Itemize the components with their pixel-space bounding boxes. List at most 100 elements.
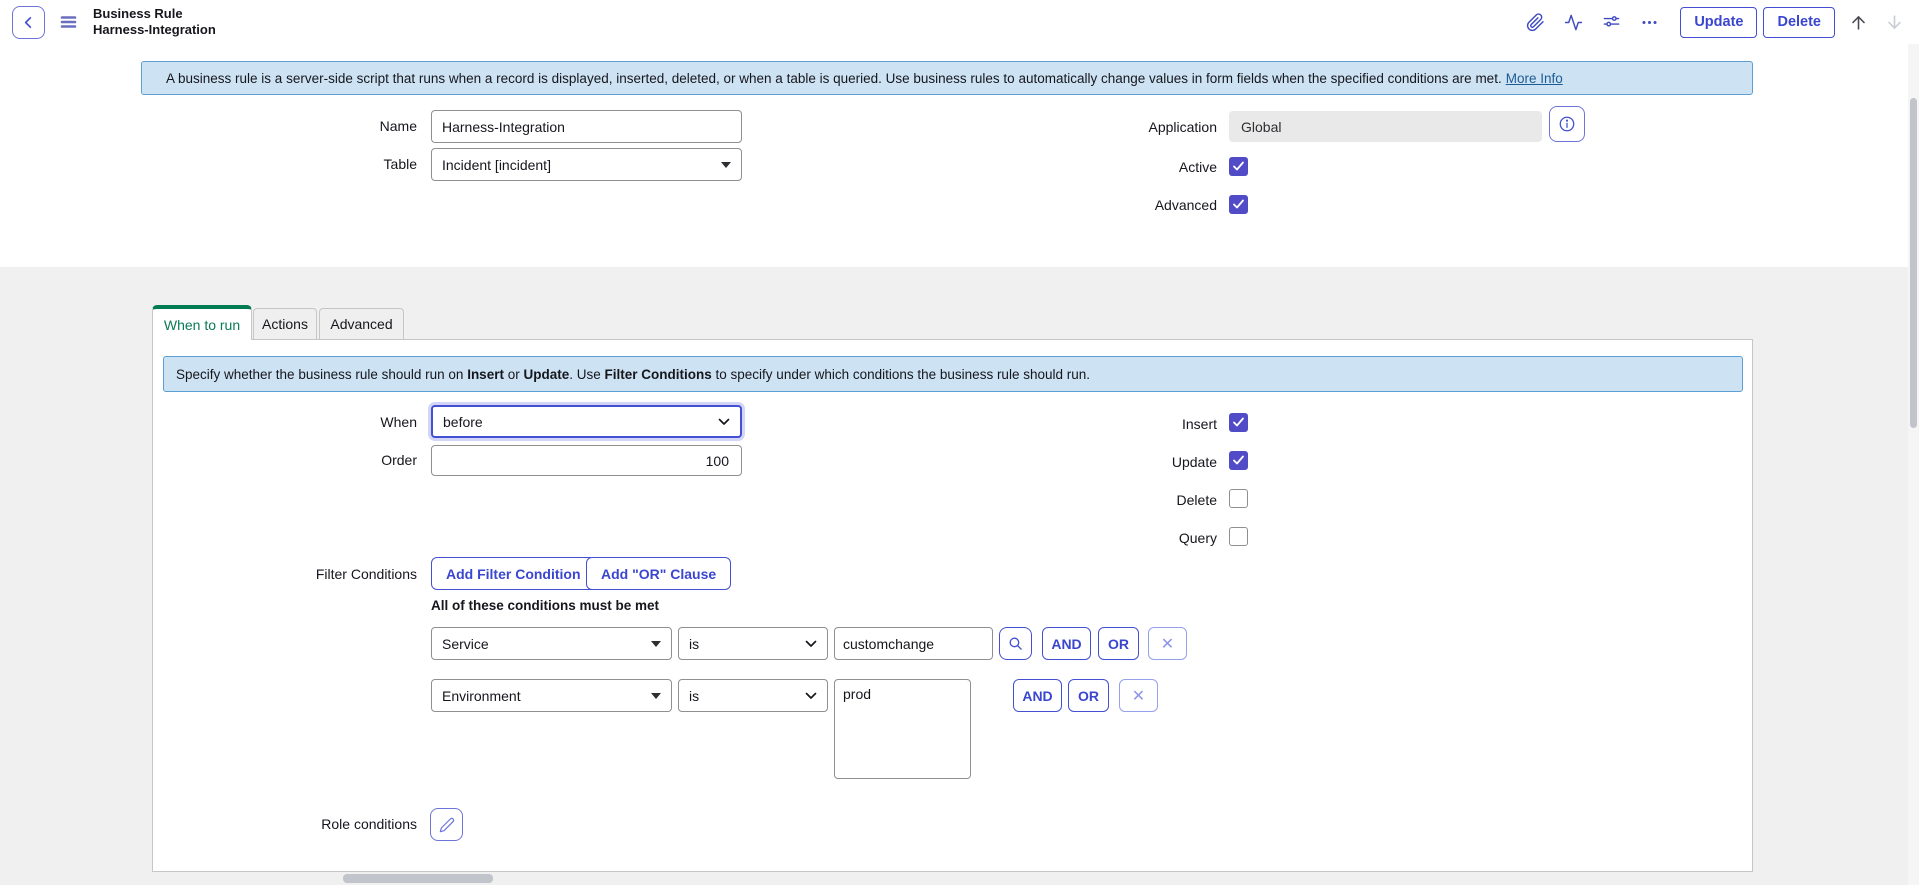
when-label: When <box>180 414 417 430</box>
order-label: Order <box>180 452 417 468</box>
activity-icon <box>1564 13 1583 32</box>
horizontal-scrollbar-thumb[interactable] <box>343 874 493 883</box>
checkmark-icon <box>1232 417 1245 428</box>
vertical-scrollbar <box>1908 44 1919 885</box>
when-select-value: before <box>443 414 483 430</box>
query-checkbox[interactable] <box>1229 527 1248 546</box>
dropdown-arrow-icon <box>651 693 661 699</box>
banner-text: . Use <box>569 367 604 382</box>
condition-value-input[interactable] <box>834 627 993 660</box>
application-info-button[interactable] <box>1549 106 1585 142</box>
banner-text: A business rule is a server-side script … <box>166 71 1502 86</box>
checkmark-icon <box>1232 199 1245 210</box>
add-filter-condition-button[interactable]: Add Filter Condition <box>431 557 596 590</box>
condition-lookup-button[interactable] <box>999 627 1032 660</box>
personalize-form-button[interactable] <box>1598 9 1624 35</box>
paperclip-icon <box>1526 13 1545 32</box>
table-select[interactable]: Incident [incident] <box>431 148 742 181</box>
name-label: Name <box>180 118 417 134</box>
delete-label: Delete <box>980 492 1217 508</box>
banner-text: or <box>504 367 524 382</box>
when-select[interactable]: before <box>431 405 742 438</box>
update-label: Update <box>980 454 1217 470</box>
table-label: Table <box>180 156 417 172</box>
all-conditions-text: All of these conditions must be met <box>431 598 659 613</box>
back-button[interactable] <box>12 6 45 39</box>
condition-field-value: Service <box>442 636 489 652</box>
checkmark-icon <box>1232 455 1245 466</box>
more-options-button[interactable] <box>1636 9 1662 35</box>
banner-bold-update: Update <box>523 367 569 382</box>
when-to-run-info-banner: Specify whether the business rule should… <box>163 356 1743 392</box>
next-record-button[interactable] <box>1881 9 1907 35</box>
banner-text: to specify under which conditions the bu… <box>712 367 1090 382</box>
chevron-down-icon <box>805 692 817 700</box>
query-label: Query <box>980 530 1217 546</box>
active-checkbox[interactable] <box>1229 157 1248 176</box>
record-type-title: Business Rule <box>93 6 216 22</box>
condition-or-button[interactable]: OR <box>1098 627 1139 660</box>
sliders-icon <box>1602 13 1621 32</box>
context-menu-button[interactable] <box>57 11 79 33</box>
condition-operator-select[interactable]: is <box>678 679 828 712</box>
add-or-clause-button[interactable]: Add "OR" Clause <box>586 557 731 590</box>
name-input[interactable] <box>431 110 742 143</box>
search-icon <box>1007 635 1024 652</box>
pencil-icon <box>439 817 455 833</box>
record-name-title: Harness-Integration <box>93 22 216 38</box>
advanced-checkbox[interactable] <box>1229 195 1248 214</box>
page-title: Business Rule Harness-Integration <box>93 6 216 37</box>
delete-checkbox[interactable] <box>1229 489 1248 508</box>
activity-stream-button[interactable] <box>1560 9 1586 35</box>
business-rule-page: Business Rule Harness-Integration <box>0 0 1919 885</box>
dropdown-arrow-icon <box>721 162 731 168</box>
filter-conditions-label: Filter Conditions <box>180 566 417 582</box>
condition-and-button[interactable]: AND <box>1042 627 1091 660</box>
condition-remove-button[interactable]: ✕ <box>1119 679 1158 712</box>
header-actions: Update Delete <box>1522 7 1907 38</box>
condition-or-button[interactable]: OR <box>1068 679 1109 712</box>
back-chevron-icon <box>21 15 36 30</box>
application-label: Application <box>980 119 1217 135</box>
close-icon: ✕ <box>1132 686 1145 706</box>
condition-operator-select[interactable]: is <box>678 627 828 660</box>
tab-actions[interactable]: Actions <box>253 308 317 339</box>
update-button[interactable]: Update <box>1680 7 1757 38</box>
application-field: Global <box>1229 111 1542 142</box>
dropdown-arrow-icon <box>651 641 661 647</box>
condition-field-select[interactable]: Environment <box>431 679 672 712</box>
active-label: Active <box>980 159 1217 175</box>
condition-operator-value: is <box>689 636 699 652</box>
application-value: Global <box>1241 119 1281 135</box>
close-icon: ✕ <box>1161 634 1174 654</box>
more-icon <box>1640 13 1659 32</box>
more-info-link[interactable]: More Info <box>1506 71 1563 86</box>
insert-label: Insert <box>980 416 1217 432</box>
condition-value-textarea[interactable]: prod <box>834 679 971 779</box>
insert-checkbox[interactable] <box>1229 413 1248 432</box>
tab-advanced[interactable]: Advanced <box>319 308 404 339</box>
condition-field-select[interactable]: Service <box>431 627 672 660</box>
role-conditions-label: Role conditions <box>180 816 417 832</box>
form-header: Business Rule Harness-Integration <box>0 0 1919 44</box>
previous-record-button[interactable] <box>1845 9 1871 35</box>
vertical-scrollbar-thumb[interactable] <box>1910 98 1917 428</box>
update-checkbox[interactable] <box>1229 451 1248 470</box>
edit-role-conditions-button[interactable] <box>430 808 463 841</box>
condition-remove-button[interactable]: ✕ <box>1148 627 1187 660</box>
chevron-down-icon <box>805 640 817 648</box>
condition-field-value: Environment <box>442 688 521 704</box>
banner-bold-insert: Insert <box>467 367 504 382</box>
condition-operator-value: is <box>689 688 699 704</box>
info-icon <box>1558 115 1576 133</box>
order-input[interactable] <box>431 445 742 476</box>
arrow-up-icon <box>1849 13 1868 32</box>
tab-when-to-run[interactable]: When to run <box>152 305 252 340</box>
advanced-label: Advanced <box>980 197 1217 213</box>
chevron-down-icon <box>718 418 730 426</box>
banner-bold-filter-conditions: Filter Conditions <box>605 367 712 382</box>
arrow-down-icon <box>1885 13 1904 32</box>
delete-button[interactable]: Delete <box>1763 7 1835 38</box>
condition-and-button[interactable]: AND <box>1013 679 1062 712</box>
attachments-button[interactable] <box>1522 9 1548 35</box>
